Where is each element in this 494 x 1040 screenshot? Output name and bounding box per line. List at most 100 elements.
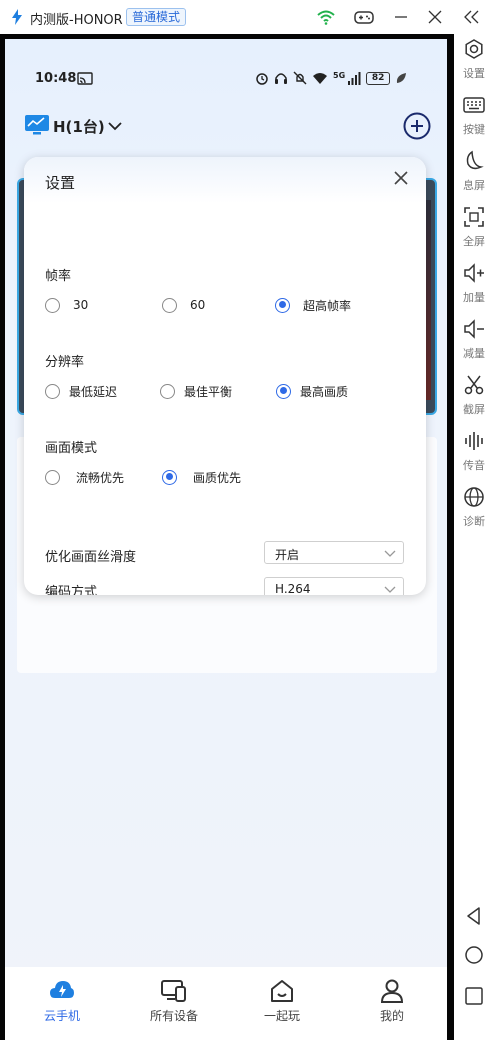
phone-screen[interactable]: 10:48 5G 82 H(1台) 设置 帧率 30 60 超高帧率 分辨率 最…: [5, 39, 447, 1040]
side-label: 息屏: [463, 179, 485, 192]
back-icon[interactable]: [463, 905, 485, 927]
nav-item-play-together[interactable]: 一起玩: [242, 967, 322, 1040]
title-bar: 内测版-HONOR 普通模式: [0, 0, 494, 34]
encoding-select[interactable]: H.264: [264, 577, 404, 595]
scissors-icon: [464, 375, 484, 395]
chevron-down-icon[interactable]: [108, 121, 122, 131]
nav-label: 云手机: [43, 1009, 80, 1023]
cloud-phone-icon: [50, 981, 74, 998]
fullscreen-icon: [464, 207, 484, 227]
frame-rate-title: 帧率: [45, 269, 72, 284]
volume-down-icon: [464, 319, 484, 339]
side-label: 诊断: [463, 515, 485, 528]
radio-button[interactable]: [45, 297, 60, 313]
smoothness-label: 优化画面丝滑度: [45, 550, 137, 565]
add-device-button[interactable]: [403, 112, 431, 140]
devices-icon: [161, 980, 186, 1002]
volume-up-icon: [464, 263, 484, 283]
frame-rate-option-30[interactable]: 30: [45, 296, 88, 314]
moon-icon: [466, 150, 484, 170]
side-keys-button[interactable]: 按键: [454, 94, 494, 144]
status-icons: 5G 82: [255, 69, 407, 87]
nav-item-cloud-phone[interactable]: 云手机: [22, 967, 102, 1040]
radio-button[interactable]: [45, 469, 60, 485]
nav-label: 一起玩: [263, 1009, 300, 1023]
display-mode-title: 画面模式: [45, 441, 98, 456]
window-title: 内测版-HONOR: [30, 13, 123, 28]
collapse-icon[interactable]: [463, 8, 481, 26]
nav-label: 我的: [379, 1009, 404, 1023]
option-label: 画质优先: [193, 470, 242, 485]
select-value: 开启: [275, 548, 300, 562]
side-volume-up-button[interactable]: 加量: [454, 262, 494, 312]
side-fullscreen-button[interactable]: 全屏: [454, 206, 494, 256]
side-screen-off-button[interactable]: 息屏: [454, 150, 494, 200]
encoding-label: 编码方式: [45, 585, 98, 595]
side-diagnose-button[interactable]: 诊断: [454, 486, 494, 536]
side-label: 按键: [463, 123, 485, 136]
home-icon[interactable]: [463, 944, 485, 966]
settings-dialog: 设置 帧率 30 60 超高帧率 分辨率 最低延迟 最佳平衡 最高画质 画面模式…: [24, 157, 426, 595]
option-label: 60: [190, 298, 206, 312]
radio-button-selected[interactable]: [162, 469, 177, 485]
option-label: 最低延迟: [69, 384, 118, 399]
dialog-header: [24, 157, 426, 203]
lightning-logo-icon: [12, 9, 22, 25]
display-mode-option-smooth[interactable]: 流畅优先: [45, 468, 124, 486]
battery-level: 82: [366, 71, 391, 85]
wifi-icon: [313, 73, 327, 84]
side-settings-button[interactable]: 设置: [454, 38, 494, 88]
device-monitor-icon[interactable]: [24, 114, 50, 136]
resolution-title: 分辨率: [45, 355, 85, 370]
side-volume-down-button[interactable]: 减量: [454, 318, 494, 368]
mute-icon: [293, 71, 307, 85]
network-type: 5G: [333, 70, 346, 80]
resolution-option-best-quality[interactable]: 最高画质: [276, 382, 348, 400]
chevron-down-icon: [384, 550, 396, 557]
audio-wave-icon: [465, 432, 483, 450]
globe-icon: [464, 487, 484, 507]
close-dialog-button[interactable]: [393, 170, 409, 186]
play-together-icon: [271, 980, 293, 1002]
close-icon[interactable]: [426, 8, 444, 26]
gamepad-icon[interactable]: [354, 8, 374, 26]
radio-button[interactable]: [160, 383, 175, 399]
option-label: 最高画质: [300, 384, 349, 399]
frame-rate-option-ultra[interactable]: 超高帧率: [275, 296, 351, 314]
device-selector-label[interactable]: H(1台): [53, 116, 105, 137]
minimize-icon[interactable]: [392, 8, 410, 26]
settings-icon: [465, 39, 483, 59]
radio-button-selected[interactable]: [276, 383, 291, 399]
nav-item-all-devices[interactable]: 所有设备: [134, 967, 214, 1040]
side-screenshot-button[interactable]: 截屏: [454, 374, 494, 424]
alarm-icon: [256, 73, 268, 85]
side-label: 设置: [463, 67, 485, 80]
frame-rate-option-60[interactable]: 60: [162, 296, 205, 314]
option-label: 最佳平衡: [184, 384, 233, 399]
smoothness-select[interactable]: 开启: [264, 541, 404, 564]
chevron-down-icon: [384, 586, 396, 593]
recents-icon[interactable]: [463, 985, 485, 1007]
resolution-option-low-latency[interactable]: 最低延迟: [45, 382, 117, 400]
side-toolbar: 设置 按键 息屏 全屏 加量 减量 截屏 传音 诊断: [454, 34, 494, 1040]
radio-button-selected[interactable]: [275, 297, 290, 313]
option-label: 超高帧率: [303, 298, 352, 313]
display-mode-option-quality[interactable]: 画质优先: [162, 468, 241, 486]
side-audio-button[interactable]: 传音: [454, 430, 494, 480]
side-label: 全屏: [463, 235, 485, 248]
radio-button[interactable]: [45, 383, 60, 399]
user-icon: [380, 979, 404, 1003]
leaf-icon: [397, 73, 407, 83]
side-label: 减量: [463, 347, 485, 360]
resolution-option-balanced[interactable]: 最佳平衡: [160, 382, 232, 400]
cast-icon: [77, 72, 93, 85]
mode-badge[interactable]: 普通模式: [126, 8, 187, 26]
nav-label: 所有设备: [149, 1009, 198, 1023]
dialog-title: 设置: [45, 174, 76, 192]
select-value: H.264: [275, 582, 311, 595]
nav-item-mine[interactable]: 我的: [352, 967, 432, 1040]
option-label: 流畅优先: [76, 470, 125, 485]
status-time: 10:48: [35, 71, 77, 86]
bottom-navigation: 云手机 所有设备 一起玩 我的: [5, 967, 447, 1040]
radio-button[interactable]: [162, 297, 177, 313]
